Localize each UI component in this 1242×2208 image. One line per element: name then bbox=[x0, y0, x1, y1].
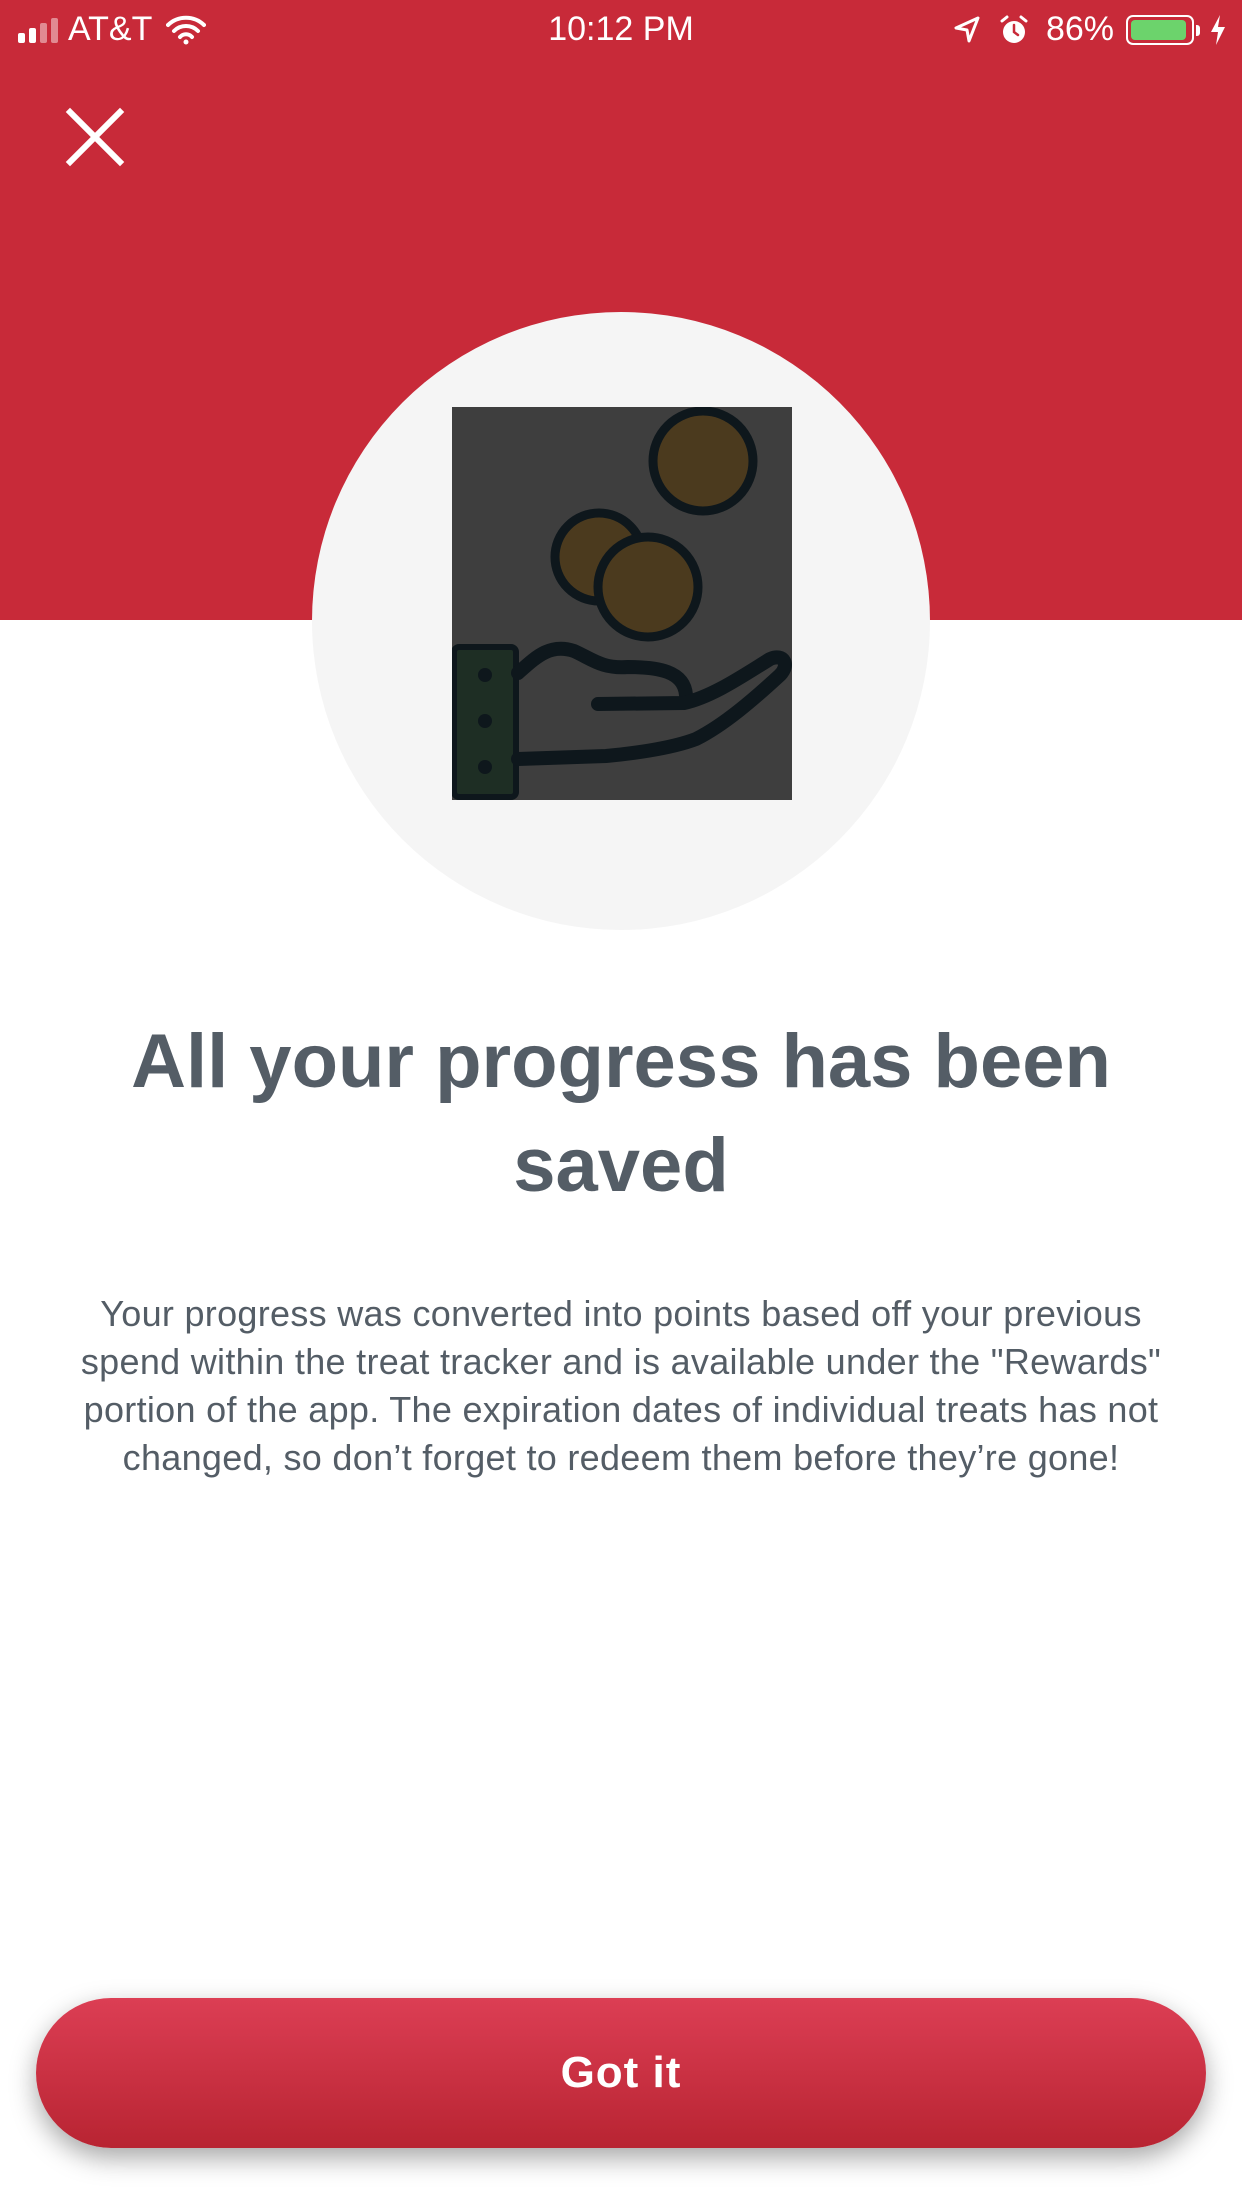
battery-icon bbox=[1126, 14, 1200, 45]
charging-icon bbox=[1211, 14, 1225, 45]
location-icon bbox=[954, 16, 980, 42]
alarm-icon bbox=[1000, 15, 1028, 43]
hand-with-coins-icon bbox=[451, 406, 792, 800]
close-icon bbox=[65, 107, 125, 167]
close-button[interactable] bbox=[60, 102, 130, 172]
status-bar: AT&T 10:12 PM 86% bbox=[0, 0, 1242, 62]
page-title: All your progress has been saved bbox=[131, 1019, 1111, 1208]
description-text: Your progress was converted into points … bbox=[80, 1293, 1162, 1478]
got-it-button[interactable]: Got it bbox=[36, 1998, 1206, 2148]
battery-percent: 86% bbox=[1045, 10, 1114, 48]
